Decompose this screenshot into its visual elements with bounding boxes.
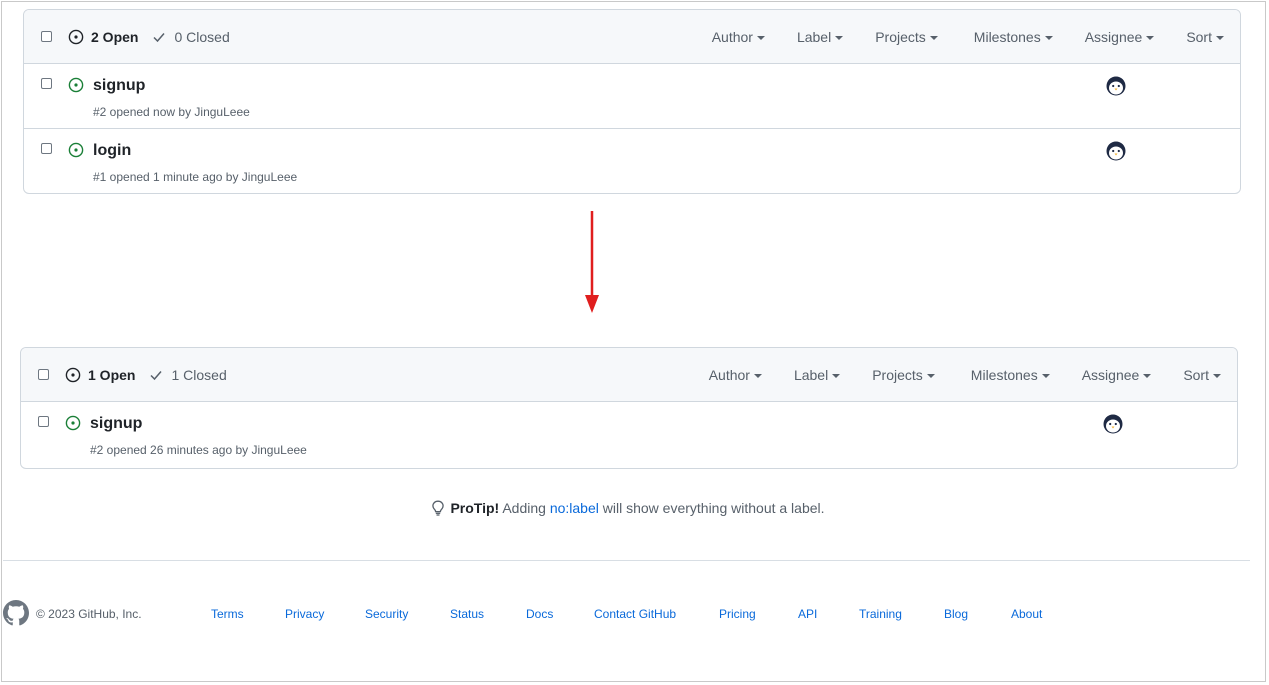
open-issues-tab[interactable]: 2 Open [68,29,138,45]
issue-state-tabs: 2 Open 0 Closed [68,10,230,63]
projects-filter-label: Projects [875,28,926,45]
footer-link-contact-github[interactable]: Contact GitHub [594,607,676,621]
footer-link-api[interactable]: API [798,607,817,621]
assignee-avatar-icon[interactable] [1106,76,1126,96]
footer-link-blog[interactable]: Blog [944,607,968,621]
closed-count: 0 Closed [174,28,230,45]
copyright: © 2023 GitHub, Inc. [36,607,142,621]
closed-issues-tab[interactable]: 1 Closed [149,366,227,383]
issue-title-link[interactable]: signup [93,77,145,95]
caret-down-icon [1143,373,1152,378]
select-all-checkbox[interactable] [41,31,52,42]
issue-state-tabs: 1 Open 1 Closed [65,348,227,401]
sort-filter[interactable]: Sort [1170,29,1240,45]
issue-title-link[interactable]: signup [90,415,142,433]
caret-down-icon [929,35,938,40]
author-filter-label: Author [708,366,750,383]
check-icon [150,370,163,380]
no-label-link[interactable]: no:label [550,500,599,516]
footer-link-status[interactable]: Status [450,607,484,621]
milestones-filter-label: Milestones [970,366,1038,383]
assignee-filter[interactable]: Assignee [1066,367,1168,383]
filter-bar: Author Label Projects Milestones Assigne… [693,348,1237,401]
protip-text-before: Adding [499,500,550,516]
label-filter-label: Label [796,28,832,45]
caret-down-icon [832,373,841,378]
projects-filter-label: Projects [872,366,923,383]
milestones-filter-label: Milestones [973,28,1041,45]
github-logo-icon[interactable] [3,600,29,626]
issues-list-header: 2 Open 0 Closed Author Label Projects Mi… [24,10,1240,64]
milestones-filter[interactable]: Milestones [958,29,1069,45]
label-filter[interactable]: Label [778,367,856,383]
footer-divider [3,560,1250,561]
issues-list-before: 2 Open 0 Closed Author Label Projects Mi… [23,9,1241,194]
issue-open-icon [68,77,84,93]
issue-title-link[interactable]: login [93,142,131,160]
check-icon [153,32,166,42]
sort-filter[interactable]: Sort [1167,367,1237,383]
author-filter[interactable]: Author [696,29,781,45]
footer-link-docs[interactable]: Docs [526,607,553,621]
closed-count: 1 Closed [171,366,227,383]
issue-row: login #1 opened 1 minute ago by JinguLee… [24,129,1240,193]
caret-down-icon [926,373,935,378]
protip: ProTip! Adding no:label will show everyt… [0,500,1256,516]
issue-open-icon [68,142,84,158]
caret-down-icon [1041,373,1050,378]
down-arrow-icon [585,211,599,313]
projects-filter[interactable]: Projects [856,367,955,383]
caret-down-icon [1146,35,1155,40]
issue-meta: #2 opened now by JinguLeee [93,105,250,119]
footer-link-security[interactable]: Security [365,607,408,621]
assignee-avatar-icon[interactable] [1106,141,1126,161]
open-count: 2 Open [91,28,139,45]
issues-list-header: 1 Open 1 Closed Author Label Projects Mi… [21,348,1237,402]
filter-bar: Author Label Projects Milestones Assigne… [696,10,1240,63]
label-filter[interactable]: Label [781,29,859,45]
assignee-filter[interactable]: Assignee [1069,29,1171,45]
footer-link-terms[interactable]: Terms [211,607,244,621]
issue-open-icon [65,367,81,382]
author-filter-label: Author [711,28,753,45]
caret-down-icon [1213,373,1221,378]
assignee-avatar-icon[interactable] [1103,414,1123,434]
protip-text-after: will show everything without a label. [598,500,825,516]
issue-meta: #2 opened 26 minutes ago by JinguLeee [90,443,307,457]
author-filter[interactable]: Author [693,367,778,383]
protip-label: ProTip! [450,500,500,516]
milestones-filter[interactable]: Milestones [955,367,1066,383]
assignee-filter-label: Assignee [1084,28,1143,45]
caret-down-icon [756,35,765,40]
issue-open-icon [65,415,81,431]
footer-link-pricing[interactable]: Pricing [719,607,756,621]
projects-filter[interactable]: Projects [859,29,958,45]
issue-meta: #1 opened 1 minute ago by JinguLeee [93,170,298,184]
caret-down-icon [753,373,762,378]
assignee-filter-label: Assignee [1081,366,1140,383]
light-bulb-icon [432,500,445,516]
issue-row: signup #2 opened now by JinguLeee [24,64,1240,129]
select-all-checkbox[interactable] [38,369,49,380]
label-filter-label: Label [793,366,829,383]
issue-checkbox[interactable] [38,416,49,427]
open-count: 1 Open [88,366,136,383]
caret-down-icon [1216,35,1224,40]
closed-issues-tab[interactable]: 0 Closed [152,28,230,45]
caret-down-icon [835,35,844,40]
issue-checkbox[interactable] [41,143,52,154]
issue-row: signup #2 opened 26 minutes ago by Jingu… [21,402,1237,466]
issue-open-icon [68,29,84,44]
footer-link-training[interactable]: Training [859,607,902,621]
footer-link-privacy[interactable]: Privacy [285,607,324,621]
issue-checkbox[interactable] [41,78,52,89]
caret-down-icon [1044,35,1053,40]
footer-link-about[interactable]: About [1011,607,1042,621]
sort-filter-label: Sort [1186,28,1212,45]
sort-filter-label: Sort [1183,366,1209,383]
issues-list-after: 1 Open 1 Closed Author Label Projects Mi… [20,347,1238,469]
open-issues-tab[interactable]: 1 Open [65,367,135,383]
